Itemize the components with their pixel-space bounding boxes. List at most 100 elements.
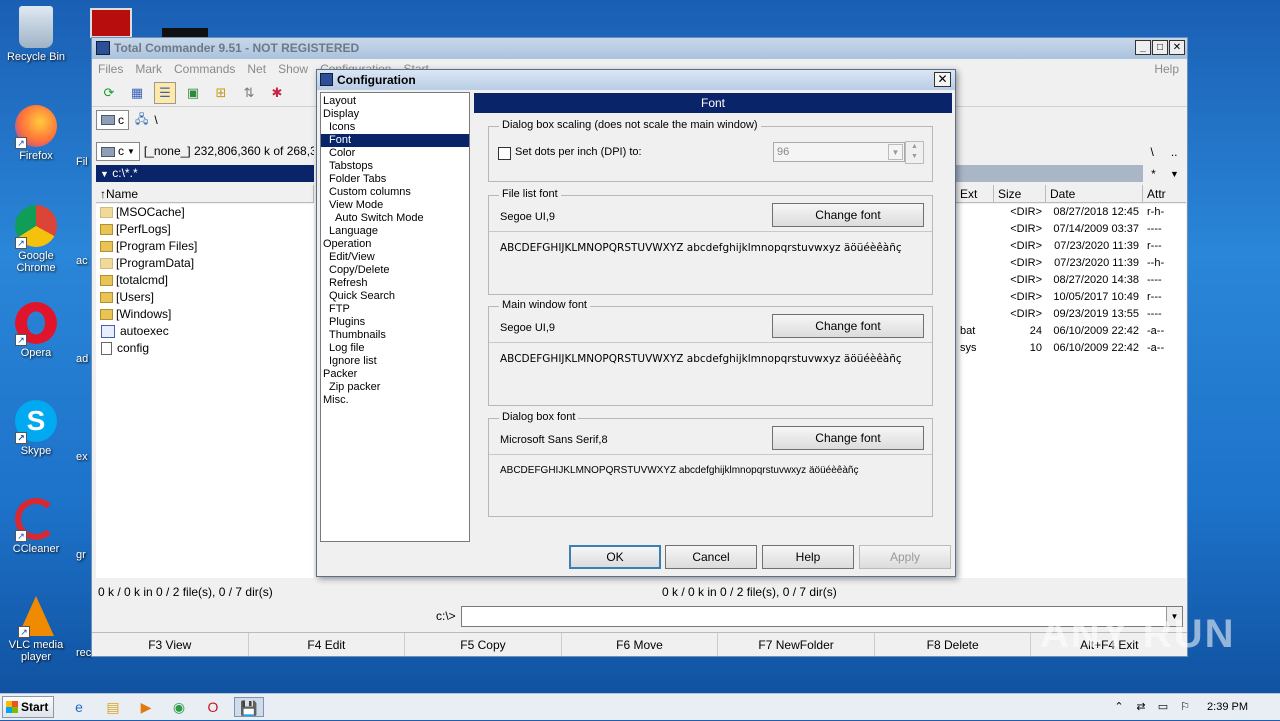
minimize-button[interactable]: _	[1135, 40, 1151, 55]
cancel-button[interactable]: Cancel	[665, 545, 757, 569]
tree-icon[interactable]: ⊞	[210, 82, 232, 104]
file-row[interactable]: <DIR> 10/05/2017 10:49 r---	[956, 289, 1186, 306]
tree-item-ignore-list[interactable]: Ignore list	[321, 355, 469, 368]
tree-item-misc[interactable]: Misc.	[321, 394, 469, 407]
dialog-titlebar[interactable]: Configuration ✕	[317, 70, 955, 90]
dpi-combo[interactable]: 96 ▼	[773, 142, 905, 162]
total-commander-taskbar-icon[interactable]: 💾	[234, 697, 264, 717]
tree-item-language[interactable]: Language	[321, 225, 469, 238]
explorer-icon[interactable]: ▤	[102, 697, 124, 717]
file-row[interactable]: config	[96, 340, 314, 357]
tree-item-layout[interactable]: Layout	[321, 95, 469, 108]
tree-item-tabstops[interactable]: Tabstops	[321, 160, 469, 173]
file-row[interactable]: [Users]	[96, 289, 314, 306]
left-path-bar[interactable]: ▼ c:\*.*	[96, 165, 314, 182]
tray-network-icon[interactable]: ⇄	[1130, 697, 1152, 717]
menu-net[interactable]: Net	[247, 59, 266, 79]
acrobat-icon[interactable]	[90, 8, 132, 38]
tree-item-font[interactable]: Font	[321, 134, 469, 147]
menu-help[interactable]: Help	[1154, 59, 1179, 79]
menu-files[interactable]: Files	[98, 59, 123, 79]
root-button[interactable]: \	[1150, 145, 1153, 159]
f8-delete-button[interactable]: F8 Delete	[875, 633, 1032, 656]
change-main-window-font-button[interactable]: Change font	[772, 314, 924, 338]
ok-button[interactable]: OK	[569, 545, 661, 569]
parent-button[interactable]: ..	[1171, 145, 1178, 159]
tree-item-refresh[interactable]: Refresh	[321, 277, 469, 290]
chrome-taskbar-icon[interactable]: ◉	[168, 697, 190, 717]
history-button[interactable]: *	[1151, 167, 1156, 181]
tree-item-color[interactable]: Color	[321, 147, 469, 160]
file-row[interactable]: [ProgramData]	[96, 255, 314, 272]
column-size[interactable]: Size	[994, 185, 1046, 202]
media-player-icon[interactable]: ▶	[135, 697, 157, 717]
desktop-icon-vlc[interactable]: ↗ VLC media player	[4, 596, 68, 663]
tree-item-view-mode[interactable]: View Mode	[321, 199, 469, 212]
file-row[interactable]: [PerfLogs]	[96, 221, 314, 238]
start-button[interactable]: Start	[2, 696, 54, 718]
file-row[interactable]: [Windows]	[96, 306, 314, 323]
tree-item-thumbnails[interactable]: Thumbnails	[321, 329, 469, 342]
refresh-icon[interactable]: ⟳	[98, 82, 120, 104]
pack-icon[interactable]: ✱	[266, 82, 288, 104]
tree-item-edit-view[interactable]: Edit/View	[321, 251, 469, 264]
file-row[interactable]: <DIR> 09/23/2019 13:55 ----	[956, 306, 1186, 323]
maximize-button[interactable]: □	[1152, 40, 1168, 55]
opera-taskbar-icon[interactable]: O	[202, 697, 224, 717]
file-row[interactable]: sys 10 06/10/2009 22:42 -a--	[956, 340, 1186, 357]
help-button[interactable]: Help	[762, 545, 854, 569]
file-row[interactable]: [totalcmd]	[96, 272, 314, 289]
desktop-icon-firefox[interactable]: ↗ Firefox	[4, 105, 68, 162]
file-row[interactable]: <DIR> 08/27/2018 12:45 r-h-	[956, 204, 1186, 221]
tray-expand-icon[interactable]: ⌃	[1108, 697, 1130, 717]
tree-item-log-file[interactable]: Log file	[321, 342, 469, 355]
desktop-icon-chrome[interactable]: ↗ Google Chrome	[4, 205, 68, 274]
column-date[interactable]: Date	[1046, 185, 1143, 202]
left-drive-select[interactable]: c ▼	[96, 142, 140, 161]
file-row[interactable]: [Program Files]	[96, 238, 314, 255]
full-view-icon[interactable]: ☰	[154, 81, 176, 104]
close-icon[interactable]: ✕	[934, 72, 951, 87]
tree-item-plugins[interactable]: Plugins	[321, 316, 469, 329]
tree-item-display[interactable]: Display	[321, 108, 469, 121]
close-button[interactable]: ✕	[1169, 40, 1185, 55]
menu-show[interactable]: Show	[278, 59, 308, 79]
tree-item-ftp[interactable]: FTP	[321, 303, 469, 316]
f6-move-button[interactable]: F6 Move	[562, 633, 719, 656]
right-path-bar[interactable]	[956, 165, 1143, 182]
tray-display-icon[interactable]: ▭	[1152, 697, 1174, 717]
f4-edit-button[interactable]: F4 Edit	[249, 633, 406, 656]
change-dialog-box-font-button[interactable]: Change font	[772, 426, 924, 450]
f5-copy-button[interactable]: F5 Copy	[405, 633, 562, 656]
tree-item-custom-columns[interactable]: Custom columns	[321, 186, 469, 199]
f3-view-button[interactable]: F3 View	[92, 633, 249, 656]
file-row[interactable]: <DIR> 08/27/2020 14:38 ----	[956, 272, 1186, 289]
column-ext[interactable]: Ext	[956, 185, 994, 202]
tree-item-quick-search[interactable]: Quick Search	[321, 290, 469, 303]
tree-item-auto-switch-mode[interactable]: Auto Switch Mode	[321, 212, 469, 225]
file-row[interactable]: bat 24 06/10/2009 22:42 -a--	[956, 323, 1186, 340]
desktop-icon-ccleaner[interactable]: ↗ CCleaner	[4, 498, 68, 555]
column-name[interactable]: ↑Name	[96, 185, 314, 202]
clock[interactable]: 2:39 PM	[1207, 694, 1248, 721]
file-row[interactable]: <DIR> 07/23/2020 11:39 r---	[956, 238, 1186, 255]
window-titlebar[interactable]: Total Commander 9.51 - NOT REGISTERED _ …	[92, 38, 1187, 59]
drive-c-button[interactable]: c	[96, 110, 129, 130]
change-file-list-font-button[interactable]: Change font	[772, 203, 924, 227]
chevron-down-icon[interactable]: ▼	[1170, 169, 1179, 179]
file-row[interactable]: <DIR> 07/14/2009 03:37 ----	[956, 221, 1186, 238]
tree-item-packer[interactable]: Packer	[321, 368, 469, 381]
tree-item-folder-tabs[interactable]: Folder Tabs	[321, 173, 469, 186]
menu-mark[interactable]: Mark	[135, 59, 162, 79]
tree-item-icons[interactable]: Icons	[321, 121, 469, 134]
tree-item-copy-delete[interactable]: Copy/Delete	[321, 264, 469, 277]
column-attr[interactable]: Attr	[1143, 185, 1186, 202]
dpi-checkbox[interactable]	[498, 147, 511, 160]
brief-view-icon[interactable]: ▦	[126, 82, 148, 104]
tree-item-zip-packer[interactable]: Zip packer	[321, 381, 469, 394]
file-row[interactable]: autoexec	[96, 323, 314, 340]
desktop-icon-recycle-bin[interactable]: Recycle Bin	[4, 6, 68, 63]
menu-commands[interactable]: Commands	[174, 59, 235, 79]
apply-button[interactable]: Apply	[859, 545, 951, 569]
tray-flag-icon[interactable]: ⚐	[1174, 697, 1196, 717]
